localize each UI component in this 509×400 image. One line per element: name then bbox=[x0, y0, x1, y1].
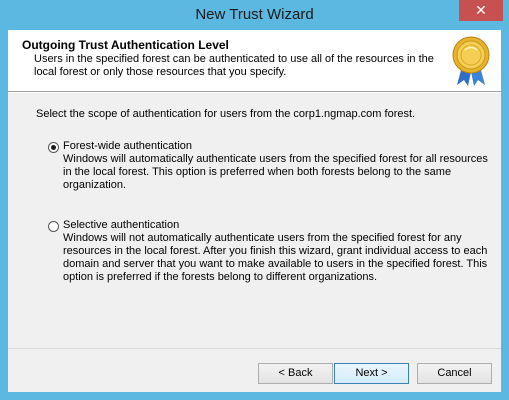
forest-wide-label[interactable]: Forest-wide authentication bbox=[63, 140, 192, 152]
forest-wide-description: Windows will automatically authenticate … bbox=[63, 153, 488, 191]
selective-label[interactable]: Selective authentication bbox=[63, 219, 179, 231]
dialog-body: Outgoing Trust Authentication Level User… bbox=[8, 30, 501, 392]
footer-divider bbox=[8, 348, 501, 349]
selective-description: Windows will not automatically authentic… bbox=[63, 232, 488, 283]
close-icon: ✕ bbox=[475, 2, 487, 18]
wizard-window: New Trust Wizard ✕ Outgoing Trust Authen… bbox=[0, 0, 509, 400]
window-title: New Trust Wizard bbox=[195, 6, 314, 23]
close-button[interactable]: ✕ bbox=[459, 0, 503, 21]
selective-radio[interactable] bbox=[48, 221, 59, 232]
header-divider bbox=[8, 92, 501, 93]
next-button[interactable]: Next > bbox=[334, 363, 409, 384]
wizard-header: Outgoing Trust Authentication Level User… bbox=[8, 30, 501, 92]
scope-instruction: Select the scope of authentication for u… bbox=[36, 108, 416, 120]
cancel-button[interactable]: Cancel bbox=[417, 363, 492, 384]
title-bar[interactable]: New Trust Wizard ✕ bbox=[0, 0, 509, 30]
page-description: Users in the specified forest can be aut… bbox=[34, 53, 434, 78]
radio-selected-dot bbox=[51, 145, 56, 150]
forest-wide-radio[interactable] bbox=[48, 142, 59, 153]
back-button[interactable]: < Back bbox=[258, 363, 333, 384]
page-title: Outgoing Trust Authentication Level bbox=[22, 38, 229, 52]
certificate-seal-icon bbox=[452, 36, 490, 86]
